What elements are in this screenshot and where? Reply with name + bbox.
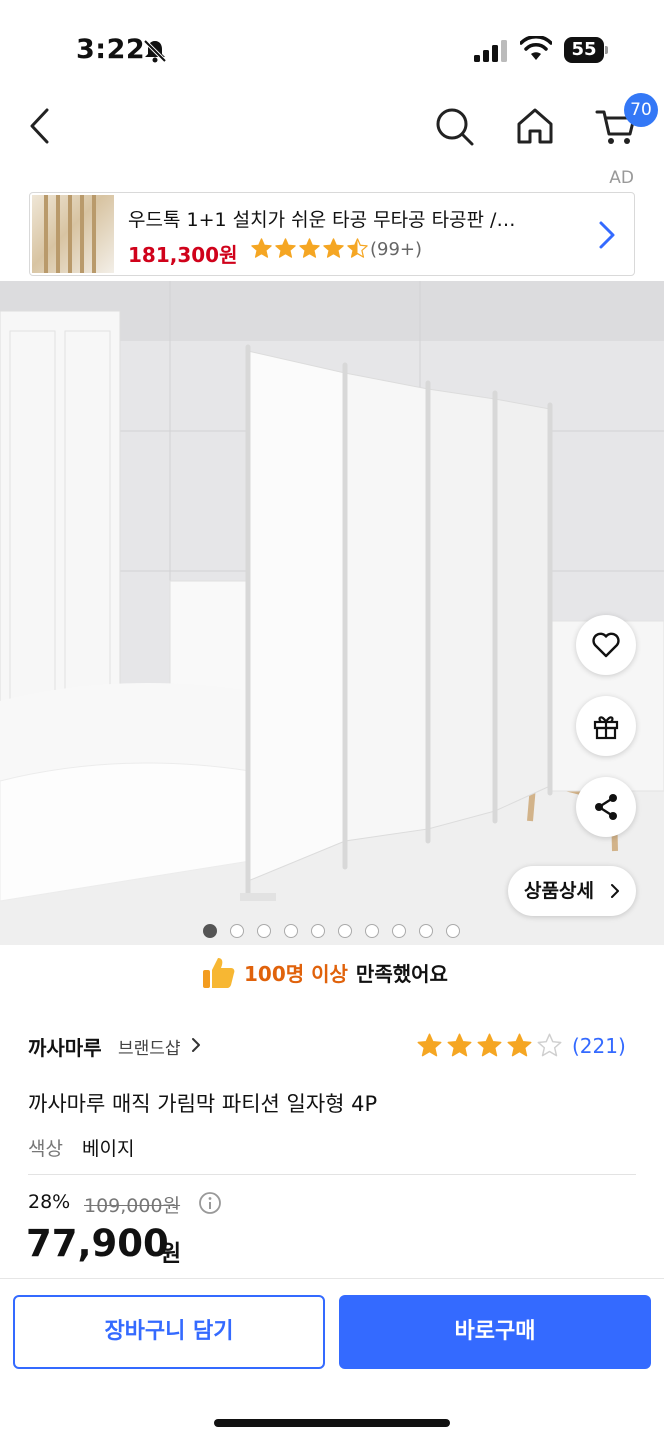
star-icon xyxy=(447,1033,472,1057)
star-icon xyxy=(477,1033,502,1057)
discount-rate: 28% xyxy=(28,1191,71,1213)
original-price: 109,000원 xyxy=(84,1195,181,1217)
buy-now-button[interactable]: 바로구매 xyxy=(339,1295,651,1369)
pagination-dot[interactable] xyxy=(392,924,406,938)
star-icon xyxy=(347,238,368,258)
product-detail-button[interactable]: 상품상세 xyxy=(508,866,636,916)
ad-rating-stars xyxy=(250,237,370,261)
star-icon xyxy=(323,238,344,258)
product-title: 까사마루 매직 가림막 파티션 일자형 4P xyxy=(28,1092,378,1116)
search-icon[interactable] xyxy=(432,104,476,148)
pagination-dot[interactable] xyxy=(365,924,379,938)
satisfaction-banner: 100명 이상 만족했어요 xyxy=(200,952,448,992)
add-to-cart-button[interactable]: 장바구니 담기 xyxy=(13,1295,325,1369)
ad-thumbnail xyxy=(32,195,114,273)
nav-bar xyxy=(0,92,664,166)
pagination-dot[interactable] xyxy=(257,924,271,938)
review-count-link[interactable]: (221) xyxy=(572,1034,626,1058)
product-photo xyxy=(0,281,664,945)
gift-button[interactable] xyxy=(576,696,636,756)
battery-indicator: 55 xyxy=(564,37,608,63)
product-rating-stars[interactable] xyxy=(416,1032,566,1059)
sale-price: 77,900 xyxy=(26,1222,169,1265)
star-icon xyxy=(537,1033,562,1057)
product-detail-label: 상품상세 xyxy=(524,880,594,902)
ad-title: 우드톡 1+1 설치가 쉬운 타공 무타공 타공판 /… xyxy=(128,209,516,231)
gift-icon xyxy=(593,716,619,740)
star-icon xyxy=(417,1033,442,1057)
satisfaction-count: 100명 이상 xyxy=(244,961,348,986)
home-icon[interactable] xyxy=(513,104,557,148)
thumbs-up-icon xyxy=(203,958,235,988)
share-button[interactable] xyxy=(576,777,636,837)
pagination-dot[interactable] xyxy=(311,924,325,938)
share-icon xyxy=(595,794,617,820)
status-bar: 3:22 55 xyxy=(0,0,664,92)
bottom-action-bar: 장바구니 담기 바로구매 xyxy=(0,1278,664,1440)
chevron-right-icon xyxy=(611,884,619,898)
ad-review-count: (99+) xyxy=(370,239,423,260)
heart-icon xyxy=(592,632,620,658)
divider xyxy=(28,1174,636,1175)
ad-label: AD xyxy=(609,168,634,188)
ad-banner[interactable]: 우드톡 1+1 설치가 쉬운 타공 무타공 타공판 /… 181,300원 (9… xyxy=(29,192,635,276)
option-label: 색상 xyxy=(28,1138,63,1160)
bell-muted-icon xyxy=(143,39,167,63)
pagination-dot[interactable] xyxy=(419,924,433,938)
home-indicator xyxy=(214,1419,450,1427)
star-icon xyxy=(251,238,272,258)
cart-count-badge: 70 xyxy=(624,93,658,127)
pagination-dot[interactable] xyxy=(230,924,244,938)
product-image[interactable] xyxy=(0,281,664,945)
brand-name[interactable]: 까사마루 xyxy=(28,1032,102,1061)
back-icon[interactable] xyxy=(20,104,64,148)
info-icon[interactable] xyxy=(198,1191,222,1215)
star-icon xyxy=(507,1033,532,1057)
chevron-right-icon xyxy=(192,1038,200,1052)
status-time: 3:22 xyxy=(76,34,146,65)
brand-shop-link[interactable]: 브랜드샵 xyxy=(118,1034,181,1059)
pagination-dot[interactable] xyxy=(446,924,460,938)
pagination-dot[interactable] xyxy=(284,924,298,938)
star-icon xyxy=(275,238,296,258)
signal-icon xyxy=(474,40,507,62)
chevron-right-icon xyxy=(599,221,615,249)
wishlist-button[interactable] xyxy=(576,615,636,675)
wifi-icon xyxy=(520,36,552,60)
ad-price: 181,300원 xyxy=(128,243,238,267)
star-icon xyxy=(299,238,320,258)
price-unit: 원 xyxy=(160,1241,182,1267)
battery-level: 55 xyxy=(564,37,604,63)
satisfaction-text: 만족했어요 xyxy=(355,961,448,986)
option-value: 베이지 xyxy=(82,1138,135,1160)
battery-cap xyxy=(605,46,608,54)
pagination-dot[interactable] xyxy=(338,924,352,938)
pagination-dot[interactable] xyxy=(203,924,217,938)
image-pagination xyxy=(203,924,473,938)
